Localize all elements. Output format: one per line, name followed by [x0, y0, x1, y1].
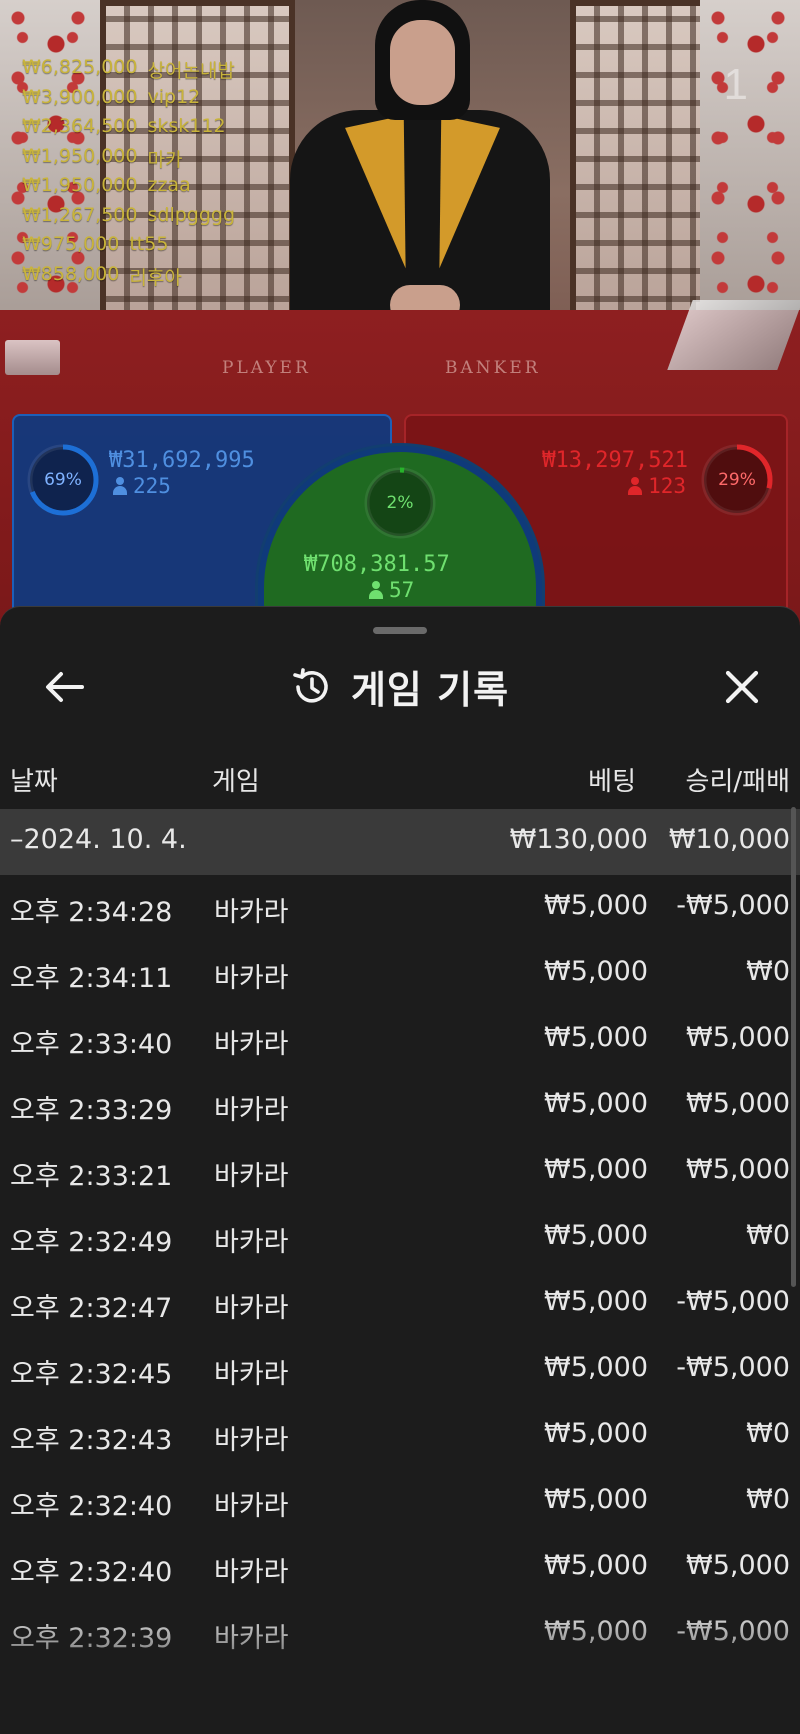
history-row[interactable]: 오후 2:33:29 바카라 ₩5,000 ₩5,000 — [0, 1073, 800, 1139]
winner-row: ₩858,000 리후아 — [22, 262, 182, 289]
history-row[interactable]: 오후 2:33:21 바카라 ₩5,000 ₩5,000 — [0, 1139, 800, 1205]
winner-row: ₩1,950,000 zzaa — [22, 174, 191, 196]
player-percent: 69% — [44, 470, 82, 490]
close-button[interactable] — [714, 663, 770, 711]
person-icon — [628, 477, 643, 495]
player-bet-amount: ₩31,692,995 — [109, 448, 255, 473]
banker-bettor-count: 123 — [628, 474, 686, 498]
history-row[interactable]: 오후 2:32:43 바카라 ₩5,000 ₩0 — [0, 1403, 800, 1469]
sheet-header: 게임 기록 — [0, 645, 800, 729]
felt-label-banker: BANKER — [445, 358, 541, 378]
scrollbar[interactable] — [791, 807, 796, 1287]
day-result-total: ₩10,000 — [668, 824, 790, 855]
cherry-blossom-wall-art — [700, 0, 800, 320]
history-row[interactable]: 오후 2:34:28 바카라 ₩5,000 -₩5,000 — [0, 875, 800, 941]
history-clock-icon — [293, 667, 328, 703]
column-header-game: 게임 — [212, 767, 260, 797]
card-stack — [5, 340, 60, 375]
history-column-headers: 날짜 게임 베팅 승리/패배 — [0, 755, 800, 805]
winner-row: ₩1,267,500 sdlpgggg — [22, 203, 236, 226]
history-row[interactable]: 오후 2:32:40 바카라 ₩5,000 ₩0 — [0, 1469, 800, 1535]
history-row[interactable]: 오후 2:32:39 바카라 ₩5,000 -₩5,000 — [0, 1601, 800, 1667]
winner-row: ₩2,364,500 sksk112 — [22, 115, 226, 137]
person-icon — [113, 477, 127, 495]
history-row[interactable]: 오후 2:32:47 바카라 ₩5,000 -₩5,000 — [0, 1271, 800, 1337]
winner-row: ₩975,000 tt55 — [22, 233, 169, 255]
history-row[interactable]: 오후 2:32:45 바카라 ₩5,000 -₩5,000 — [0, 1337, 800, 1403]
tie-percent: 2% — [386, 493, 414, 513]
day-summary-row[interactable]: –2024. 10. 4. ₩130,000 ₩10,000 — [0, 809, 800, 875]
dealer — [290, 0, 550, 330]
tie-bet-amount: ₩708,381.57 — [304, 552, 450, 577]
history-list: –2024. 10. 4. ₩130,000 ₩10,000 오후 2:34:2… — [0, 809, 800, 1667]
tie-percent-ring: 2% — [363, 466, 437, 540]
history-row[interactable]: 오후 2:32:49 바카라 ₩5,000 ₩0 — [0, 1205, 800, 1271]
day-date: –2024. 10. 4. — [10, 824, 187, 855]
banker-percent: 29% — [718, 470, 756, 490]
winner-row: ₩6,825,000 상어논내밥 — [22, 56, 235, 82]
game-history-sheet: 게임 기록 날짜 게임 베팅 승리/패배 –2024. 10. 4. ₩130,… — [0, 606, 800, 1734]
round-number: 1 — [723, 60, 748, 109]
sheet-title-group: 게임 기록 — [0, 659, 800, 714]
player-bettor-count: 225 — [113, 474, 171, 498]
history-row[interactable]: 오후 2:34:11 바카라 ₩5,000 ₩0 — [0, 941, 800, 1007]
history-row[interactable]: 오후 2:33:40 바카라 ₩5,000 ₩5,000 — [0, 1007, 800, 1073]
close-icon — [725, 670, 759, 704]
player-percent-ring: 69% — [26, 443, 100, 517]
banker-percent-ring: 29% — [700, 443, 774, 517]
day-bet-total: ₩130,000 — [509, 824, 648, 855]
felt-label-player: PLAYER — [222, 358, 311, 378]
column-header-bet: 베팅 — [588, 767, 636, 797]
winner-row: ₩1,950,000 마카 — [22, 144, 183, 171]
sheet-title: 게임 기록 — [350, 668, 510, 712]
tie-bettor-count: 57 — [369, 578, 414, 602]
banker-bet-amount: ₩13,297,521 — [542, 448, 688, 473]
column-header-date: 날짜 — [10, 767, 58, 797]
history-row[interactable]: 오후 2:32:40 바카라 ₩5,000 ₩5,000 — [0, 1535, 800, 1601]
lattice-screen-right — [570, 0, 710, 330]
person-icon — [369, 581, 383, 599]
winner-row: ₩3,900,000 vip12 — [22, 85, 201, 108]
recent-winners-list: ₩6,825,000 상어논내밥 ₩3,900,000 vip12 ₩2,364,5… — [22, 56, 235, 292]
drag-handle[interactable] — [373, 627, 427, 634]
column-header-result: 승리/패배 — [685, 767, 790, 797]
